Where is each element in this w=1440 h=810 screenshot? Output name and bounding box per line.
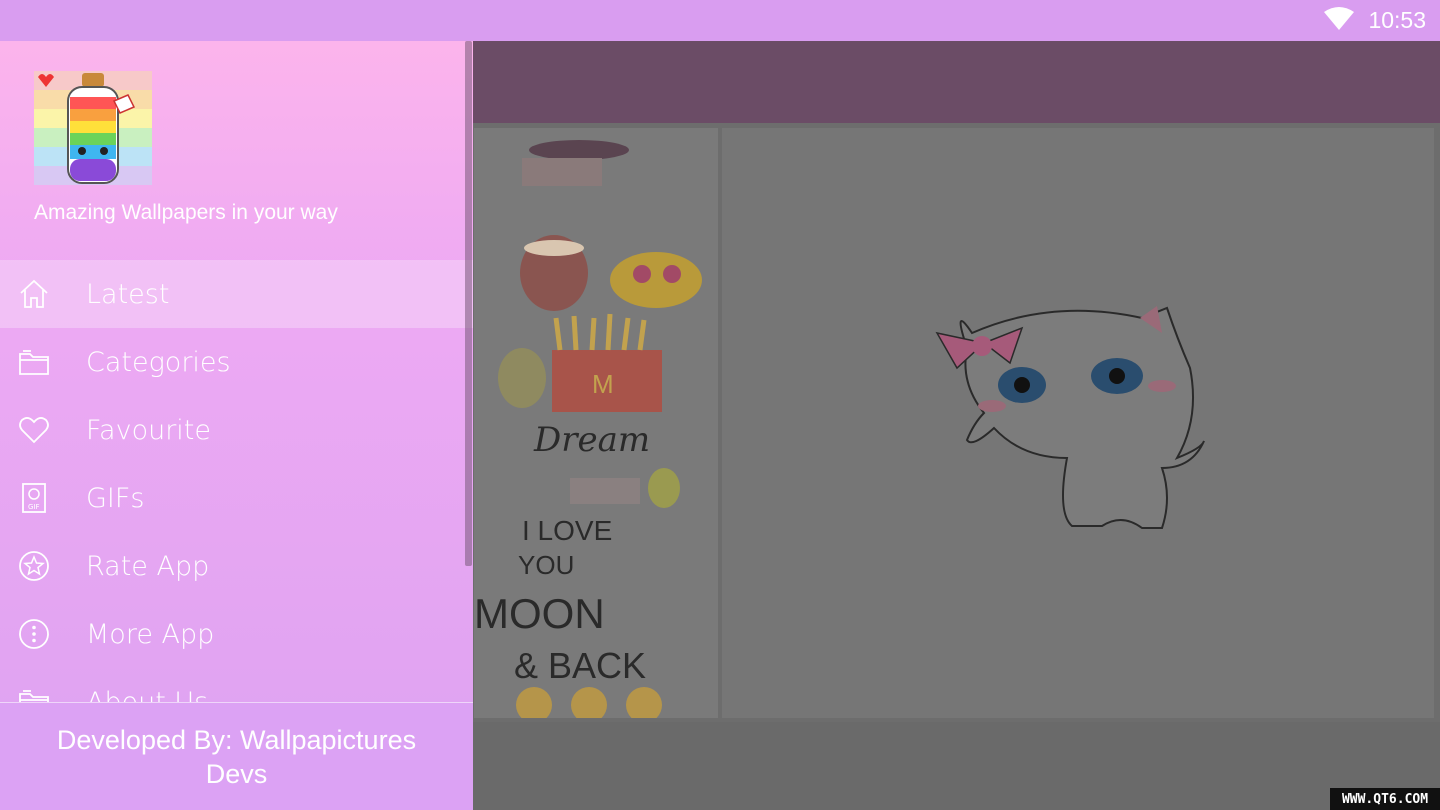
menu-label-gifs: GIFs [86,482,145,514]
drawer-footer: Developed By: Wallpapictures Devs [0,702,473,810]
svg-text:& BACK: & BACK [514,645,646,686]
svg-text:I LOVE: I LOVE [522,515,612,546]
drawer-tagline: Amazing Wallpapers in your way [34,201,338,224]
menu-item-rate-app[interactable]: Rate App [0,532,473,600]
navigation-drawer: Amazing Wallpapers in your way Latest Ca… [0,41,473,810]
menu-label-categories: Categories [86,346,231,378]
wifi-icon [1324,6,1355,35]
menu-item-categories[interactable]: Categories [0,328,473,396]
drawer-scrollbar[interactable] [465,41,472,566]
folder-icon [17,345,51,379]
menu-label-more-app: More App [86,618,215,650]
more-dots-icon [17,617,51,651]
drawer-header: Amazing Wallpapers in your way [0,41,473,260]
menu-label-latest: Latest [86,278,170,310]
clock: 10:53 [1368,7,1426,33]
gif-file-icon: GIF [17,481,51,515]
developer-credit: Developed By: Wallpapictures Devs [56,725,417,789]
heart-icon [17,413,51,447]
svg-text:M: M [592,369,614,399]
star-icon [17,549,51,583]
home-icon [17,277,51,311]
svg-text:YOU: YOU [518,550,574,580]
status-bar: 10:53 [0,0,1440,41]
wallpaper-thumbnail-stickers[interactable]: M Dream I LOVE YOU MOON & BACK [474,128,718,718]
menu-item-more-app[interactable]: More App [0,600,473,668]
svg-text:Dream: Dream [533,420,650,460]
app-logo [34,71,152,185]
menu-item-latest[interactable]: Latest [0,260,473,328]
svg-text:MOON: MOON [474,590,605,637]
menu-item-favourite[interactable]: Favourite [0,396,473,464]
menu-label-favourite: Favourite [86,414,212,446]
wallpaper-thumbnail-cat[interactable] [722,128,1434,718]
svg-text:GIF: GIF [28,503,40,511]
site-watermark: WWW.QT6.COM [1330,788,1440,810]
menu-item-gifs[interactable]: GIF GIFs [0,464,473,532]
menu-label-rate-app: Rate App [86,550,210,582]
